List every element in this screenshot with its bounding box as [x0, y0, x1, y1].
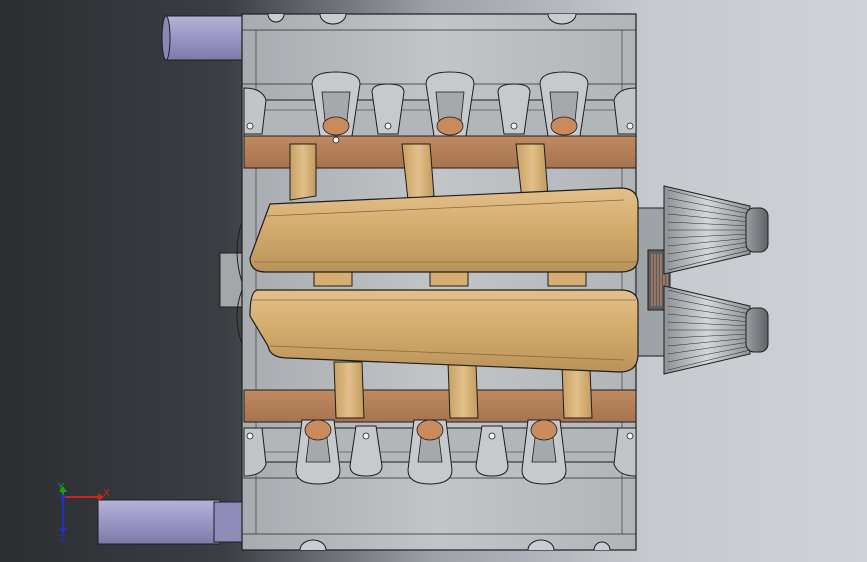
lower-small-pocket-2[interactable]	[475, 425, 509, 477]
cad-graphics-viewport[interactable]: X Y Z	[0, 0, 867, 562]
lower-valve-pocket-3[interactable]	[521, 419, 567, 485]
upper-valve-pocket-1[interactable]	[311, 71, 361, 144]
lower-runner-1[interactable]	[333, 361, 365, 419]
upper-corner-pocket-left[interactable]	[243, 87, 267, 135]
upper-corner-pocket-right[interactable]	[613, 87, 637, 135]
upper-small-pocket-1[interactable]	[371, 83, 405, 135]
triad-origin	[60, 494, 66, 500]
plenum-link-3[interactable]	[547, 271, 587, 287]
upper-valve-pocket-3[interactable]	[539, 71, 589, 137]
x-axis-label: X	[103, 488, 110, 499]
lower-valve-pocket-1[interactable]	[295, 419, 341, 485]
y-axis-label: Y	[57, 482, 65, 493]
plenum-link-1[interactable]	[313, 271, 353, 287]
upper-runner-1[interactable]	[289, 143, 317, 201]
lower-valve-pocket-2[interactable]	[407, 419, 453, 485]
lower-runner-3[interactable]	[561, 365, 593, 419]
upper-valve-pocket-2[interactable]	[425, 71, 475, 137]
upper-coolant-pipe[interactable]	[161, 15, 249, 61]
upper-runner-2[interactable]	[401, 143, 435, 201]
lower-corner-pocket-left[interactable]	[243, 427, 267, 477]
lower-coolant-pipe[interactable]	[97, 499, 245, 545]
lower-corner-pocket-right[interactable]	[613, 427, 637, 477]
lower-small-pocket-1[interactable]	[349, 425, 383, 477]
upper-small-pocket-2[interactable]	[497, 83, 531, 135]
z-axis-label: Z	[59, 534, 66, 545]
plenum-link-2[interactable]	[429, 271, 469, 287]
lower-runner-2[interactable]	[447, 361, 479, 419]
